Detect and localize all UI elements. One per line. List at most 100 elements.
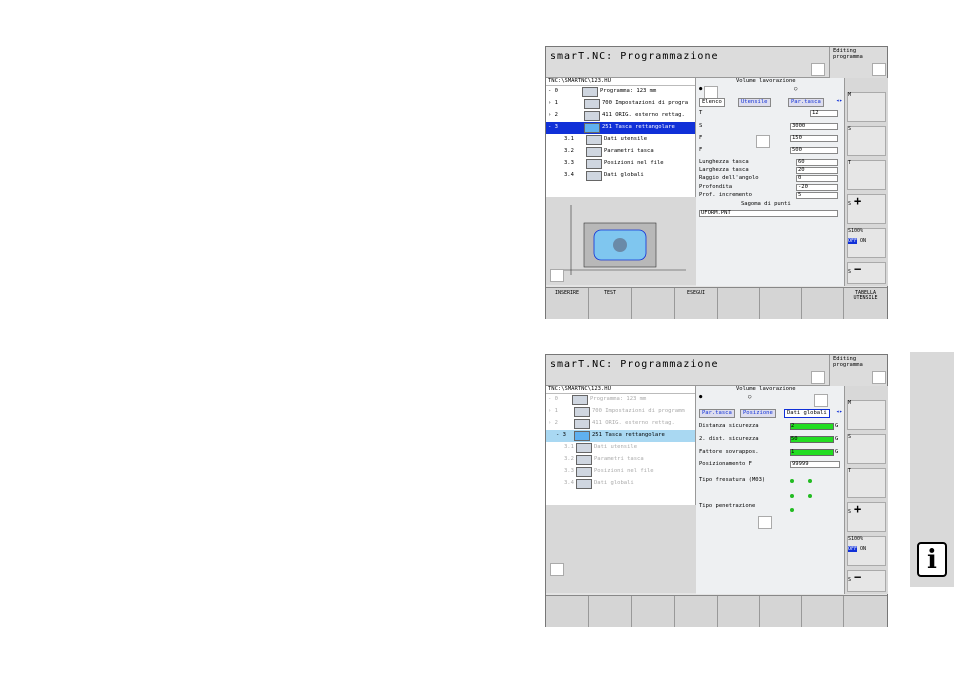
tab-par-tasca[interactable]: Par.tasca	[699, 409, 735, 418]
param-value[interactable]: 1	[790, 449, 834, 456]
window-box	[550, 563, 564, 576]
tab-dati-globali[interactable]: Dati globali	[784, 409, 830, 418]
softkey-empty[interactable]	[718, 288, 760, 319]
param-label: Profondita	[699, 184, 733, 190]
tab-elenco[interactable]: Elenco	[699, 98, 725, 107]
tree-row[interactable]: - 0 Programma: 123 mm	[546, 394, 695, 406]
side-key-m[interactable]: M	[847, 92, 886, 122]
softkey-empty[interactable]	[675, 596, 718, 627]
positions-icon	[586, 159, 602, 169]
side-key-s-minus[interactable]: S −	[847, 570, 886, 592]
tree-row[interactable]: 3.3 Posizioni nel file	[546, 466, 695, 478]
tree-row[interactable]: - 0 Programma: 123 mm	[546, 86, 695, 98]
tree-row[interactable]: 3.4 Dati globali	[546, 170, 695, 182]
side-key-s[interactable]: S	[847, 126, 886, 156]
tab-utensile[interactable]: Utensile	[738, 98, 771, 107]
softkey-empty[interactable]	[718, 596, 760, 627]
param-value[interactable]: 5	[796, 192, 838, 199]
param-label: Distanza sicurezza	[699, 423, 759, 429]
row-num: 3.3	[564, 160, 574, 166]
softkey-empty[interactable]	[802, 596, 844, 627]
softkey-inserire[interactable]: INSERIRE	[546, 288, 589, 319]
field-s[interactable]: 3000	[790, 123, 838, 130]
tree-row[interactable]: › 1 700 Impostazioni di programm	[546, 406, 695, 418]
pattern-file-field[interactable]: UFORM.PNT	[699, 210, 838, 217]
side-key-m[interactable]: M	[847, 400, 886, 430]
radio-volume[interactable]: ●	[699, 394, 702, 401]
softkey-empty[interactable]	[632, 596, 675, 627]
tree-row[interactable]: › 2 411 ORIG. esterno rettag.	[546, 418, 695, 430]
param-label: Larghezza tasca	[699, 167, 749, 173]
row-label: Programma: 123 mm	[590, 396, 647, 402]
param-value[interactable]: 20	[796, 167, 838, 174]
pattern-title: Sagoma di punti	[741, 201, 791, 207]
side-key-spindle[interactable]: S100% OFF ON	[847, 536, 886, 566]
mode-indicator: Editing programma	[829, 355, 887, 386]
radio-milling-conv[interactable]	[808, 479, 812, 483]
radio-plunge-vertical[interactable]	[790, 508, 794, 512]
tree-row[interactable]: › 2 411 ORIG. esterno rettag.	[546, 110, 695, 122]
param-value[interactable]: -20	[796, 184, 838, 191]
softkey-empty[interactable]	[802, 288, 844, 319]
tree-row[interactable]: 3.1 Dati utensile	[546, 134, 695, 146]
tab-scroll-icon[interactable]: ◂▸	[836, 409, 843, 416]
field-t[interactable]: 12	[810, 110, 838, 117]
tree-row[interactable]: 3.4 Dati globali	[546, 478, 695, 490]
tab-scroll-icon[interactable]: ◂▸	[836, 98, 843, 105]
radio-volume[interactable]: ●	[699, 86, 702, 93]
tab-par-tasca[interactable]: Par.tasca	[788, 98, 824, 107]
tree-row[interactable]: 3.1 Dati utensile	[546, 442, 695, 454]
softkey-empty[interactable]	[760, 596, 802, 627]
side-key-s-minus[interactable]: S −	[847, 262, 886, 284]
softkey-empty[interactable]	[844, 596, 887, 627]
radio-milling-climb[interactable]	[790, 479, 794, 483]
unit-label: G	[835, 436, 839, 442]
side-key-s[interactable]: S	[847, 434, 886, 464]
softkey-tabella-utensile[interactable]: TABELLA UTENSILE	[844, 288, 887, 319]
params-icon	[576, 455, 592, 465]
side-key-t[interactable]: T	[847, 468, 886, 498]
param-value[interactable]: 2	[790, 423, 834, 430]
field-label-f1: F	[699, 135, 703, 141]
unit-label: G	[835, 449, 839, 455]
radio-volume-alt[interactable]: ○	[794, 86, 797, 93]
pocket-icon	[574, 431, 590, 441]
volume-title: Volume lavorazione	[736, 386, 796, 392]
tab-posizione[interactable]: Posizione	[740, 409, 776, 418]
softkey-empty[interactable]	[760, 288, 802, 319]
row-num: › 1	[548, 408, 558, 414]
field-f1[interactable]: 150	[790, 135, 838, 142]
tree-row-selected[interactable]: - 3 251 Tasca rettangolare	[546, 122, 695, 134]
tree-row[interactable]: › 1 700 Impostazioni di progra	[546, 98, 695, 110]
param-value[interactable]: 99999	[790, 461, 840, 468]
tree-row[interactable]: 3.2 Parametri tasca	[546, 454, 695, 466]
param-value[interactable]: 0	[796, 175, 838, 182]
row-num: 3.2	[564, 148, 574, 154]
softkey-empty[interactable]	[589, 596, 632, 627]
tree-row-selected[interactable]: - 3 251 Tasca rettangolare	[546, 430, 695, 442]
tree-row[interactable]: 3.3 Posizioni nel file	[546, 158, 695, 170]
mode-line-2: programma	[833, 361, 863, 368]
param-label: Raggio dell'angolo	[699, 175, 759, 181]
side-key-s-plus[interactable]: S +	[847, 194, 886, 224]
field-f2[interactable]: 500	[790, 147, 838, 154]
side-key-s-plus[interactable]: S +	[847, 502, 886, 532]
side-key-t[interactable]: T	[847, 160, 886, 190]
radio-volume-alt[interactable]: ○	[748, 394, 751, 401]
radio-plunge-helix[interactable]	[790, 494, 794, 498]
program-tree: TNC:\SMARTNC\123.HU - 0 Programma: 123 mm…	[546, 78, 696, 197]
param-value[interactable]: 50	[790, 436, 834, 443]
softkey-test[interactable]: TEST	[589, 288, 632, 319]
radio-plunge-recip[interactable]	[808, 494, 812, 498]
softkey-esegui[interactable]: ESEGUI	[675, 288, 718, 319]
softkey-empty[interactable]	[546, 596, 589, 627]
row-num: 3.4	[564, 172, 574, 178]
globe-icon	[586, 171, 602, 181]
side-keys: M S T S + S100% OFF ON S −	[844, 386, 888, 594]
softkey-empty[interactable]	[632, 288, 675, 319]
row-label: 411 ORIG. esterno rettag.	[592, 420, 675, 426]
side-key-spindle[interactable]: S100% OFF ON	[847, 228, 886, 258]
param-value[interactable]: 60	[796, 159, 838, 166]
tool-icon	[576, 443, 592, 453]
tree-row[interactable]: 3.2 Parametri tasca	[546, 146, 695, 158]
